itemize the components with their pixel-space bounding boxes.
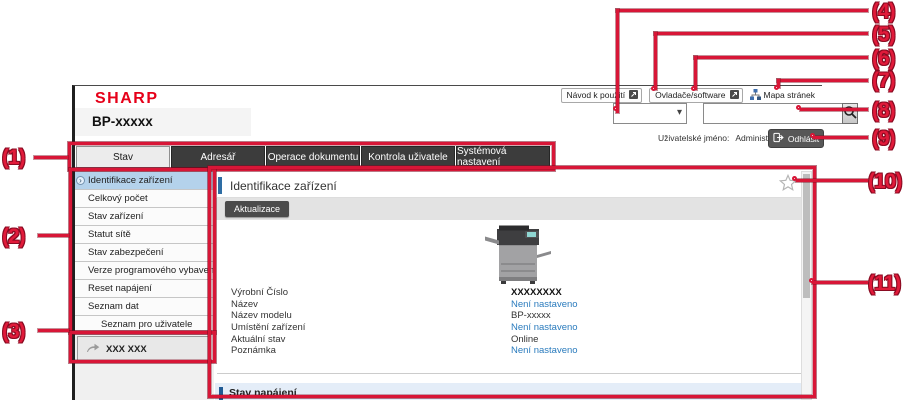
callout-6: (6) [872, 47, 895, 71]
callout-dot-4 [613, 106, 618, 111]
redirect-arrow-icon [86, 343, 100, 356]
update-button[interactable]: Aktualizace [225, 201, 289, 217]
callout-4: (4) [872, 0, 895, 24]
sidebar-item-power-reset[interactable]: Reset napájení [75, 280, 214, 298]
logout-icon [773, 132, 784, 145]
callout-11: (11) [868, 272, 900, 296]
callout-10: (10) [868, 170, 901, 194]
main-tab-bar: Stav Adresář Operace dokumentu Kontrola … [76, 146, 550, 168]
tab-system-settings[interactable]: Systémová nastavení [456, 146, 550, 168]
model-name-value: BP-xxxxx [511, 310, 551, 321]
sidebar-menu: › Identifikace zařízení Celkový počet St… [75, 172, 214, 334]
callout-dot-7 [774, 85, 779, 90]
name-not-set-link[interactable]: Není nastaveno [511, 299, 578, 310]
user-name-label: Uživatelské jméno: [658, 133, 729, 143]
browser-page: SHARP BP-xxxxx Návod k použití Ovladače/… [72, 85, 822, 400]
callout-7: (7) [872, 69, 895, 93]
tab-user-control[interactable]: Kontrola uživatele [361, 146, 455, 168]
content-toolbar: Aktualizace [215, 198, 810, 220]
section-title: Stav napájení [229, 387, 297, 399]
sidebar-item-device-status[interactable]: Stav zařízení [75, 208, 214, 226]
custom-link-button[interactable]: XXX XXX [77, 336, 211, 362]
sitemap-icon [750, 89, 761, 102]
sidebar-item-machine-identification[interactable]: › Identifikace zařízení [75, 172, 214, 190]
callout-line-5 [654, 32, 868, 35]
user-manual-link[interactable]: Návod k použití [561, 88, 643, 103]
callout-dot-8 [796, 105, 801, 110]
callout-line-9 [813, 136, 868, 139]
chevron-down-icon: ▾ [677, 107, 682, 118]
sidebar-item-network-status[interactable]: Statut sítě [75, 226, 214, 244]
callout-line-2 [38, 234, 69, 237]
field-row: PoznámkaNení nastaveno [231, 345, 578, 357]
callout-line-8 [800, 108, 868, 111]
field-row: Výrobní ČísloXXXXXXXX [231, 287, 578, 299]
search-input[interactable] [703, 103, 842, 124]
title-accent-bar [218, 177, 222, 194]
callout-line-6 [694, 56, 697, 90]
identification-fields: Výrobní ČísloXXXXXXXX NázevNení nastaven… [231, 287, 578, 357]
callout-2: (2) [2, 225, 25, 249]
annotated-screenshot: SHARP BP-xxxxx Návod k použití Ovladače/… [0, 0, 911, 400]
main-content: Identifikace zařízení Aktualizace [215, 171, 823, 400]
callout-8: (8) [872, 99, 895, 123]
callout-dot-6 [691, 86, 696, 91]
tab-status[interactable]: Stav [76, 146, 170, 168]
callout-line-10 [796, 179, 868, 182]
callout-line-7 [777, 79, 868, 82]
callout-3: (3) [2, 320, 25, 344]
sitemap-link-label: Mapa stránek [764, 90, 816, 100]
field-row: NázevNení nastaveno [231, 299, 578, 311]
callout-line-4 [616, 9, 868, 12]
callout-dot-11 [809, 278, 814, 283]
section-accent-bar [219, 387, 223, 400]
language-select[interactable]: ▾ [613, 103, 687, 124]
search-bar [703, 103, 822, 124]
callout-5: (5) [872, 23, 895, 47]
selected-arrow-icon: › [76, 176, 85, 185]
scrollbar[interactable] [801, 171, 812, 400]
field-row: Název modeluBP-xxxxx [231, 310, 578, 322]
callout-line-3 [38, 329, 69, 332]
sidebar-item-total-count[interactable]: Celkový počet [75, 190, 214, 208]
comment-not-set-link[interactable]: Není nastaveno [511, 345, 578, 356]
model-strip: BP-xxxxx [75, 108, 251, 136]
page-title: Identifikace zařízení [230, 179, 337, 193]
callout-line-11 [812, 281, 868, 284]
sitemap-link[interactable]: Mapa stránek [750, 89, 816, 102]
drivers-software-link-label: Ovladače/software [655, 90, 725, 100]
divider [217, 373, 809, 374]
serial-number-value: XXXXXXXX [511, 287, 562, 298]
sidebar: › Identifikace zařízení Celkový počet St… [75, 171, 214, 400]
user-info: Uživatelské jméno:Administrátor [658, 133, 785, 143]
callout-9: (9) [872, 127, 895, 151]
external-link-icon [629, 90, 638, 101]
sidebar-item-firmware-version[interactable]: Verze programového vybavení [75, 262, 214, 280]
tab-document-operations[interactable]: Operace dokumentu [266, 146, 360, 168]
callout-line-5 [654, 32, 657, 90]
sharp-logo: SHARP [95, 90, 159, 108]
callout-line-4 [616, 9, 619, 113]
callout-dot-5 [651, 86, 656, 91]
callout-line-6 [694, 56, 868, 59]
field-row: Umístění zařízeníNení nastaveno [231, 322, 578, 334]
power-status-section-header: Stav napájení [215, 383, 810, 400]
custom-link-label: XXX XXX [106, 344, 147, 355]
current-status-value: Online [511, 334, 538, 345]
external-link-icon [730, 90, 739, 101]
model-name: BP-xxxxx [92, 114, 153, 129]
sidebar-item-security-status[interactable]: Stav zabezpečení [75, 244, 214, 262]
tab-address-book[interactable]: Adresář [171, 146, 265, 168]
search-button[interactable] [842, 103, 858, 124]
callout-dot-10 [792, 176, 797, 181]
location-not-set-link[interactable]: Není nastaveno [511, 322, 578, 333]
printer-image [481, 223, 553, 292]
callout-line-1 [34, 156, 68, 159]
field-row: Aktuální stavOnline [231, 333, 578, 345]
callout-dot-9 [810, 133, 815, 138]
sidebar-item-data-list[interactable]: Seznam dat [75, 298, 214, 316]
sidebar-item-list-for-user[interactable]: Seznam pro uživatele [75, 316, 214, 334]
callout-1: (1) [2, 146, 25, 170]
